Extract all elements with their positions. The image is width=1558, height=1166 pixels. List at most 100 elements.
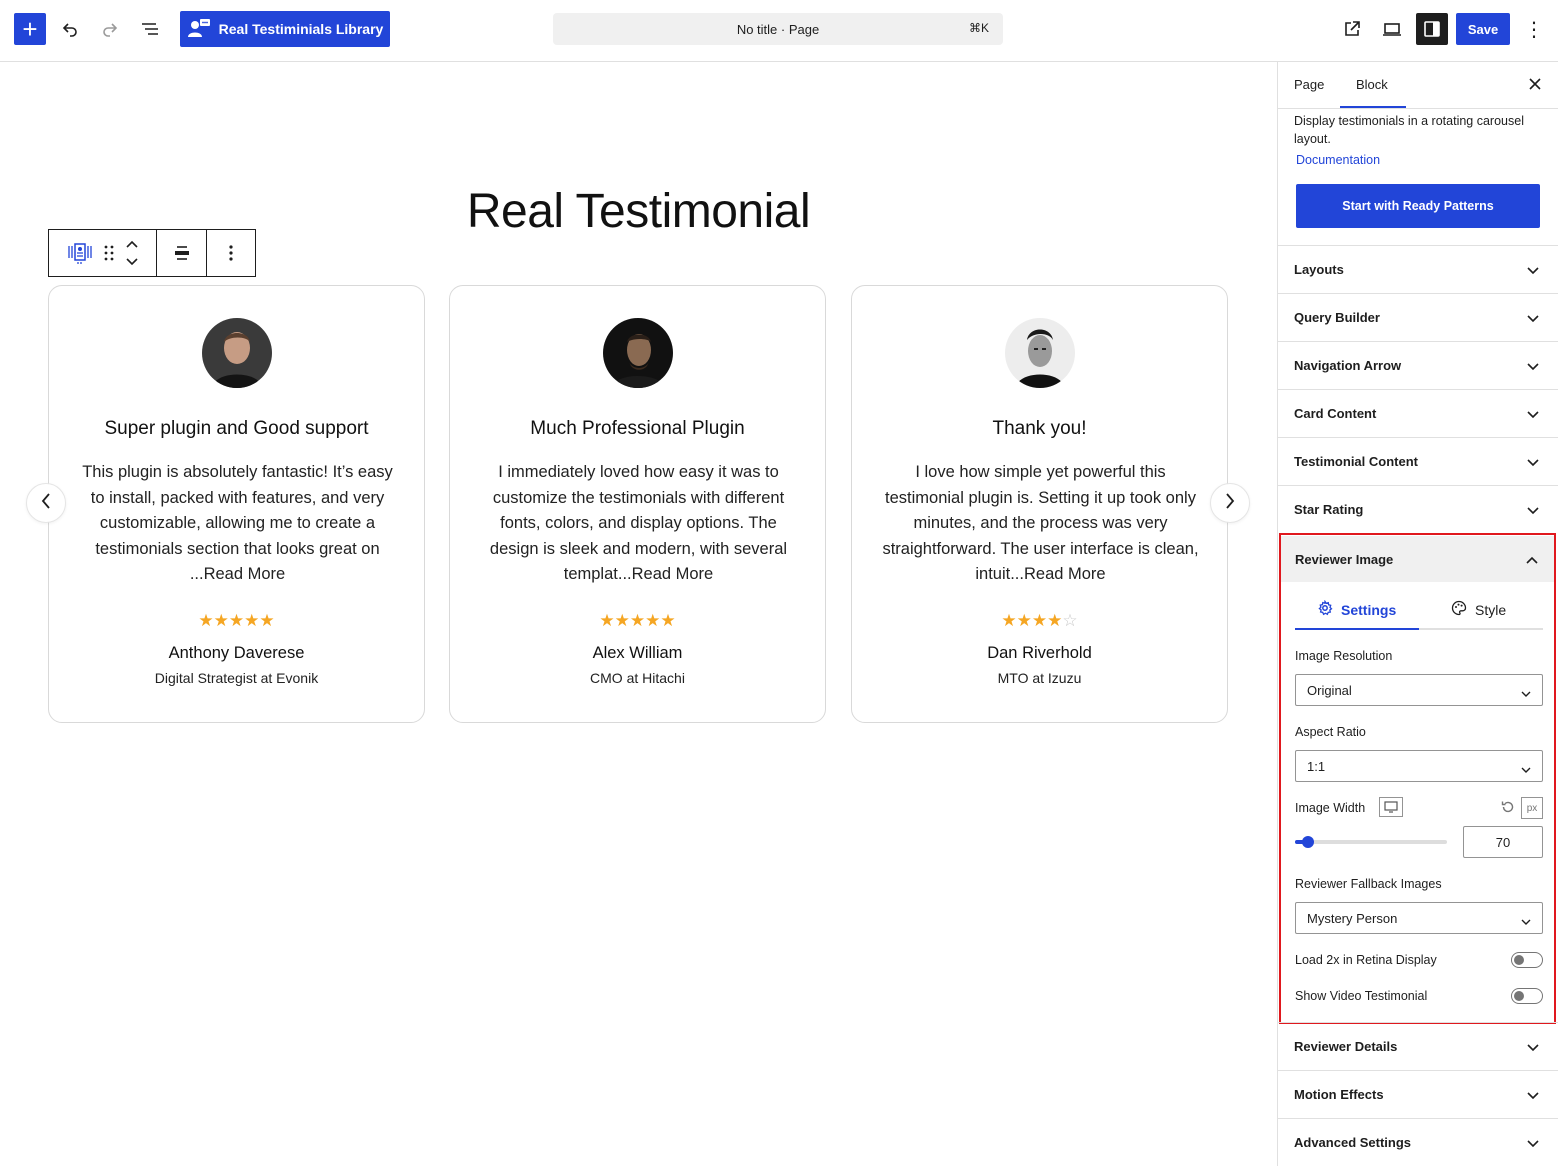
chevron-down-icon [1527, 263, 1539, 278]
chevron-down-icon [1527, 1088, 1539, 1103]
reviewer-name: Alex William [592, 644, 683, 662]
palette-icon [1451, 600, 1467, 619]
image-resolution-select[interactable]: Original [1295, 674, 1543, 706]
document-overview-icon[interactable] [134, 13, 166, 45]
add-block-button[interactable]: + [14, 13, 46, 45]
view-external-icon[interactable] [1336, 13, 1368, 45]
filled-stars: ★★★★ [1001, 611, 1063, 630]
device-preview-icon[interactable] [1376, 13, 1408, 45]
editor-top-bar: + Real Testiminials Library No title · P… [0, 0, 1558, 62]
reviewer-role: CMO at Hitachi [590, 670, 685, 686]
star-rating: ★★★★★ [450, 611, 825, 631]
panel-title: Query Builder [1294, 310, 1380, 325]
reviewer-role: MTO at Izuzu [997, 670, 1082, 686]
move-up-down-icon[interactable] [125, 239, 139, 267]
chevron-right-icon [1224, 492, 1236, 515]
testimonial-card[interactable]: Thank you! I love how simple yet powerfu… [851, 285, 1228, 723]
chevron-down-icon [1527, 455, 1539, 470]
chevron-down-icon [1527, 1136, 1539, 1151]
drag-handle-icon[interactable] [103, 244, 115, 262]
image-resolution-label: Image Resolution [1295, 649, 1393, 663]
testimonial-text: This plugin is absolutely fantastic! It’… [82, 463, 393, 583]
chevron-down-icon [1521, 686, 1531, 701]
slider-thumb[interactable] [1302, 836, 1314, 848]
panel-title: Motion Effects [1294, 1087, 1384, 1102]
aspect-ratio-label: Aspect Ratio [1295, 725, 1366, 739]
responsive-device-icon[interactable] [1379, 797, 1403, 817]
panel-star-rating[interactable]: Star Rating [1278, 485, 1558, 533]
undo-icon[interactable] [54, 13, 86, 45]
command-shortcut: ⌘K [968, 21, 989, 35]
more-options-icon[interactable]: ⋮ [1518, 13, 1550, 45]
settings-sidebar-toggle-icon[interactable] [1416, 13, 1448, 45]
panel-title: Testimonial Content [1294, 454, 1418, 469]
redo-icon[interactable] [94, 13, 126, 45]
documentation-link[interactable]: Documentation [1296, 153, 1380, 167]
reset-icon[interactable] [1500, 799, 1516, 820]
panel-layouts[interactable]: Layouts [1278, 245, 1558, 293]
panel-query-builder[interactable]: Query Builder [1278, 293, 1558, 341]
panel-title: Advanced Settings [1294, 1135, 1412, 1150]
reviewer-avatar [603, 318, 673, 388]
testimonials-library-button[interactable]: Real Testiminials Library [180, 11, 390, 47]
ready-patterns-button[interactable]: Start with Ready Patterns [1296, 184, 1540, 228]
panel-reviewer-details[interactable]: Reviewer Details [1278, 1022, 1558, 1070]
chevron-left-icon [40, 492, 52, 515]
image-width-input[interactable]: 70 [1463, 826, 1543, 858]
align-center-icon [173, 244, 191, 262]
image-width-label: Image Width [1295, 801, 1366, 815]
block-description: Display testimonials in a rotating carou… [1294, 114, 1524, 146]
tab-page[interactable]: Page [1294, 77, 1324, 92]
reviewer-image-subtabs: Settings Style [1295, 592, 1543, 630]
save-button[interactable]: Save [1456, 13, 1510, 45]
panel-title: Reviewer Image [1295, 551, 1394, 567]
retina-toggle[interactable] [1511, 952, 1543, 968]
retina-label: Load 2x in Retina Display [1295, 953, 1437, 967]
testimonial-card[interactable]: Much Professional Plugin I immediately l… [449, 285, 826, 723]
fallback-images-select[interactable]: Mystery Person [1295, 902, 1543, 934]
tab-block[interactable]: Block [1356, 77, 1388, 92]
subtab-label: Settings [1341, 601, 1397, 618]
panel-testimonial-content[interactable]: Testimonial Content [1278, 437, 1558, 485]
panel-navigation-arrow[interactable]: Navigation Arrow [1278, 341, 1558, 389]
toggle-knob [1514, 991, 1524, 1001]
command-palette-bar[interactable]: No title · Page ⌘K [553, 13, 1003, 45]
select-value: Mystery Person [1307, 910, 1398, 926]
panel-card-content[interactable]: Card Content [1278, 389, 1558, 437]
panel-title: Star Rating [1294, 502, 1364, 517]
chevron-down-icon [1527, 1040, 1539, 1055]
reviewer-avatar [1005, 318, 1075, 388]
testimonial-card[interactable]: Super plugin and Good support This plugi… [48, 285, 425, 723]
subtab-settings[interactable]: Settings [1317, 599, 1397, 619]
panel-motion-effects[interactable]: Motion Effects [1278, 1070, 1558, 1118]
panel-reviewer-image[interactable]: Reviewer Image [1281, 536, 1554, 582]
select-value: 1:1 [1307, 758, 1326, 774]
filled-stars: ★★★★★ [198, 611, 275, 630]
unit-selector[interactable]: px [1521, 797, 1543, 819]
toggle-knob [1514, 955, 1524, 965]
panel-advanced-settings[interactable]: Advanced Settings [1278, 1118, 1558, 1166]
active-tab-indicator [1340, 106, 1406, 108]
aspect-ratio-select[interactable]: 1:1 [1295, 750, 1543, 782]
carousel-block-icon[interactable] [67, 241, 93, 265]
active-subtab-indicator [1295, 628, 1419, 630]
carousel-next-button[interactable] [1210, 483, 1250, 523]
carousel-prev-button[interactable] [26, 483, 66, 523]
close-icon[interactable] [1525, 74, 1545, 94]
chevron-down-icon [1527, 503, 1539, 518]
testimonial-text: I love how simple yet powerful this test… [882, 463, 1199, 583]
document-title: No title · Page [736, 21, 820, 37]
chevron-up-icon [1526, 552, 1538, 567]
chevron-down-icon [1521, 762, 1531, 777]
subtab-label: Style [1475, 601, 1507, 618]
video-testimonial-toggle[interactable] [1511, 988, 1543, 1004]
subtab-style[interactable]: Style [1451, 600, 1506, 619]
image-width-slider[interactable] [1295, 836, 1447, 848]
block-options-button[interactable] [207, 230, 255, 276]
align-button[interactable] [157, 230, 207, 276]
block-toolbar-group [49, 230, 157, 276]
reviewer-name: Dan Riverhold [987, 644, 1092, 662]
panel-title: Reviewer Details [1294, 1039, 1398, 1054]
sidebar-tabs: Page Block [1278, 62, 1558, 109]
chevron-down-icon [1527, 359, 1539, 374]
